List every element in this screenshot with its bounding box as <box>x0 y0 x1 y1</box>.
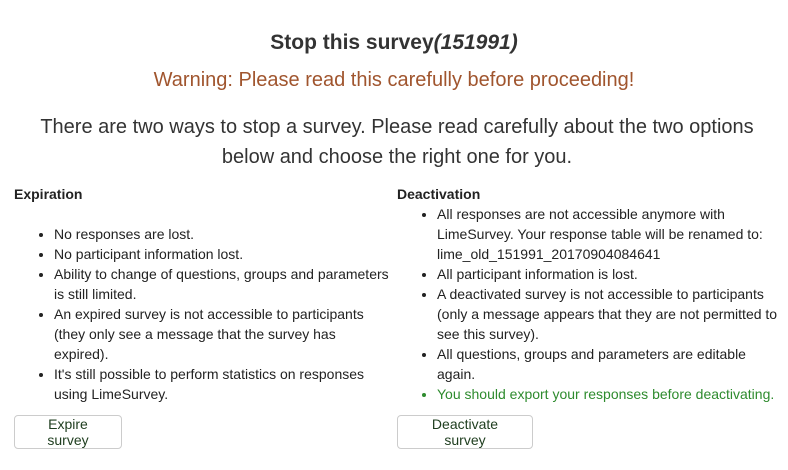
expiration-heading: Expiration <box>14 186 83 202</box>
deactivation-list: All responses are not accessible anymore… <box>397 204 782 404</box>
stop-survey-page: Stop this survey(151991) Warning: Please… <box>0 0 788 470</box>
list-item: An expired survey is not accessible to p… <box>54 304 394 364</box>
expiration-panel: Expiration No responses are lost. No par… <box>14 184 394 404</box>
list-item: No responses are lost. <box>54 224 394 244</box>
deactivate-survey-button[interactable]: Deactivate survey <box>397 415 533 449</box>
warning-message: Warning: Please read this carefully befo… <box>153 69 635 91</box>
expire-survey-button[interactable]: Expire survey <box>14 415 122 449</box>
page-title-text: Stop this survey <box>270 31 434 54</box>
expiration-list: No responses are lost. No participant in… <box>14 224 394 404</box>
list-item: All responses are not accessible anymore… <box>437 204 782 264</box>
list-item: Ability to change of questions, groups a… <box>54 264 394 304</box>
list-item: No participant information lost. <box>54 244 394 264</box>
export-note: You should export your responses before … <box>437 384 782 404</box>
list-item: All questions, groups and parameters are… <box>437 344 782 384</box>
list-item: A deactivated survey is not accessible t… <box>437 284 782 344</box>
list-item: It's still possible to perform statistic… <box>54 364 394 404</box>
survey-id: (151991) <box>433 31 518 54</box>
deactivation-panel: Deactivation All responses are not acces… <box>397 184 782 404</box>
intro-text: There are two ways to stop a survey. Ple… <box>40 116 754 168</box>
list-item: All participant information is lost. <box>437 264 782 284</box>
page-title: Stop this survey(151991) <box>0 30 788 56</box>
deactivation-heading: Deactivation <box>397 186 481 202</box>
